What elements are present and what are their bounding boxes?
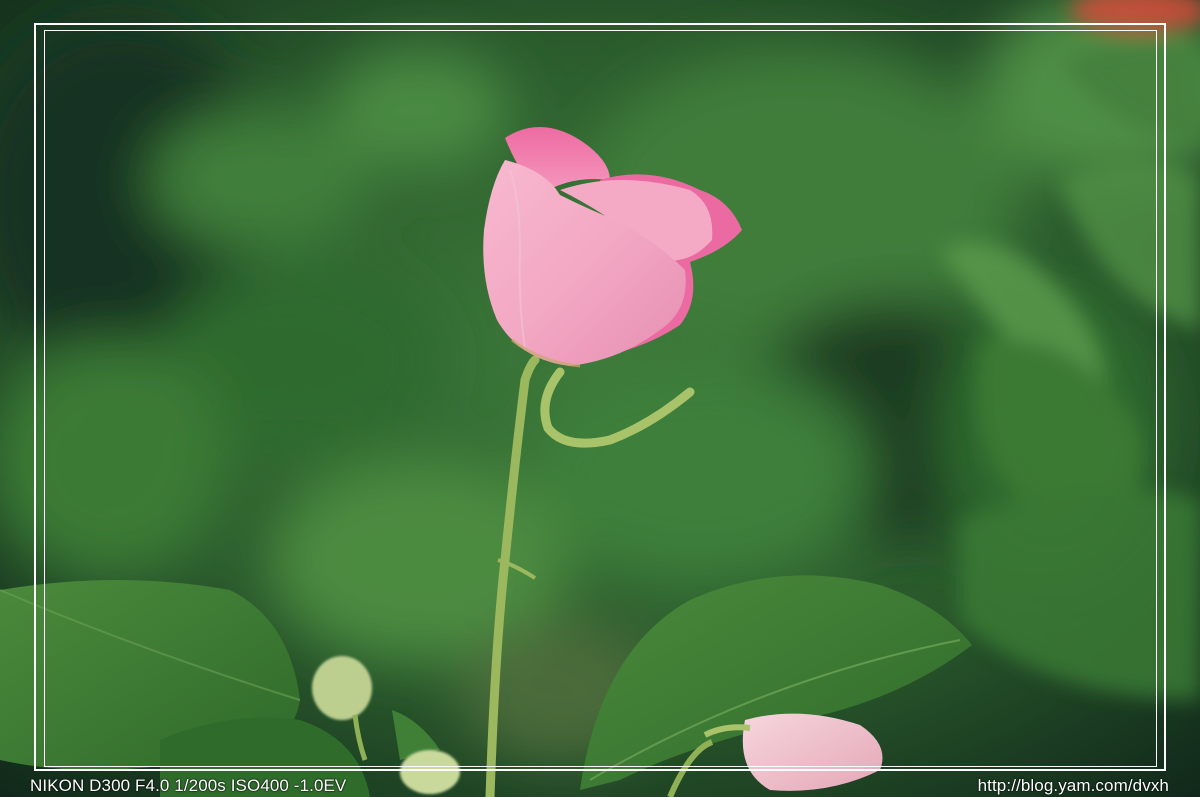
bud-small-left bbox=[312, 656, 372, 720]
blog-url-caption: http://blog.yam.com/dvxh bbox=[977, 776, 1169, 795]
exif-caption: NIKON D300 F4.0 1/200s ISO400 -1.0EV bbox=[30, 776, 347, 795]
flower-photo bbox=[0, 0, 1200, 797]
photo-canvas: NIKON D300 F4.0 1/200s ISO400 -1.0EV htt… bbox=[0, 0, 1200, 797]
